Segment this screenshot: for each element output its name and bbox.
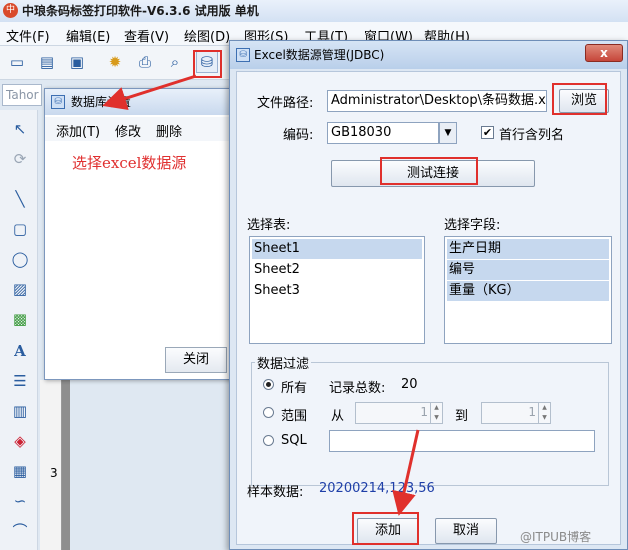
arrow-to-add-button: [392, 429, 420, 516]
annotation-arrows: [102, 74, 420, 516]
arrow-to-db-window: [102, 74, 197, 110]
watermark-text: @ITPUB博客: [520, 530, 592, 544]
